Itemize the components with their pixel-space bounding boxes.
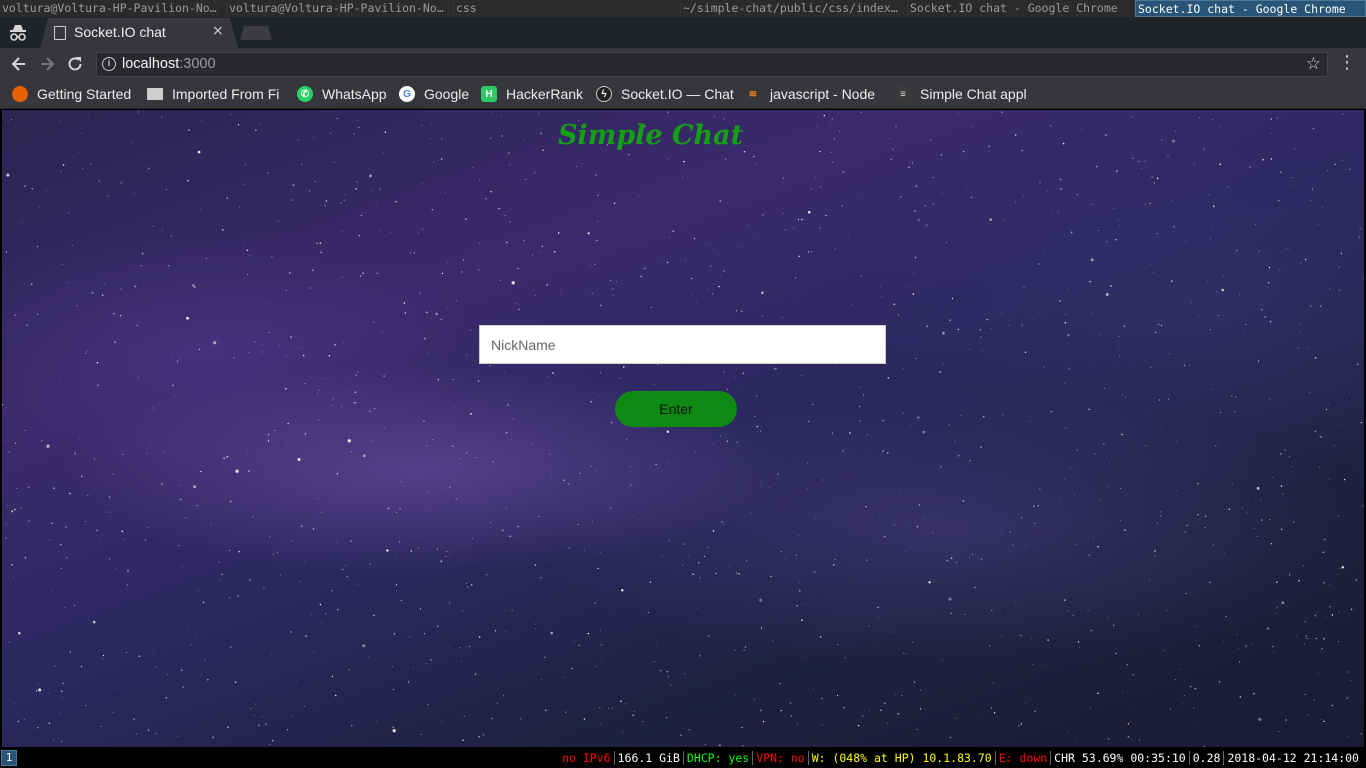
browser-toolbar: i localhost:3000 ☆ ⋮	[0, 48, 1366, 80]
address-bar[interactable]: i localhost:3000 ☆	[96, 52, 1328, 77]
system-status-bar: 1 no IPv6 166.1 GiB DHCP: yes VPN: no W:…	[0, 748, 1366, 768]
wm-tab-terminal-1[interactable]: voltura@Voltura-HP-Pavilion-No…	[0, 0, 227, 17]
wm-tab-chrome-2[interactable]: Socket.IO chat - Google Chrome	[1135, 0, 1366, 17]
bookmark-label: Getting Started	[37, 86, 132, 102]
tab-close-icon[interactable]: ×	[212, 23, 224, 39]
status-ipv6: no IPv6	[562, 751, 611, 765]
wm-tab-terminal-2[interactable]: voltura@Voltura-HP-Pavilion-No…	[227, 0, 454, 17]
status-dhcp: DHCP: yes	[682, 751, 752, 765]
stackoverflow-icon: ≋	[748, 88, 758, 100]
bookmark-label: HackerRank	[506, 86, 584, 102]
incognito-icon	[10, 25, 26, 41]
back-arrow-icon[interactable]	[9, 54, 29, 74]
bookmark-socketio-chat[interactable]: ϟ Socket.IO — Chat	[596, 85, 736, 103]
status-vpn: VPN: no	[752, 751, 807, 765]
bookmark-label: Socket.IO — Chat	[621, 86, 734, 102]
bookmark-label: Imported From Fi	[172, 86, 280, 102]
nickname-input[interactable]	[479, 325, 886, 364]
bookmark-simple-chat[interactable]: ≡ Simple Chat appl	[895, 85, 1031, 103]
status-battery: CHR 53.69% 00:35:10	[1050, 751, 1189, 765]
bookmark-label: Simple Chat appl	[920, 86, 1027, 102]
url-port: :3000	[179, 56, 216, 72]
status-ethernet: E: down	[994, 751, 1050, 765]
bookmark-stackoverflow[interactable]: ≋ javascript - Node	[745, 85, 882, 103]
status-items: no IPv6 166.1 GiB DHCP: yes VPN: no W: (…	[559, 751, 1362, 765]
bookmark-label: javascript - Node	[770, 86, 876, 102]
status-load: 0.28	[1188, 751, 1224, 765]
bookmark-label: Google	[424, 86, 470, 102]
site-info-icon[interactable]: i	[102, 57, 116, 71]
bookmark-imported-folder[interactable]: Imported From Fi	[147, 85, 284, 103]
status-datetime: 2018-04-12 21:14:00	[1223, 751, 1362, 765]
bookmark-label: WhatsApp	[322, 86, 387, 102]
page-viewport: Simple Chat Enter	[2, 110, 1364, 747]
url-host: localhost	[122, 56, 180, 72]
new-tab-button[interactable]	[240, 26, 272, 40]
bookmark-google[interactable]: G Google	[399, 85, 473, 103]
socketio-icon: ϟ	[596, 86, 612, 102]
wm-tab-css[interactable]: css	[454, 0, 681, 17]
browser-menu-icon[interactable]: ⋮	[1338, 52, 1356, 74]
folder-icon	[147, 88, 163, 100]
bookmark-whatsapp[interactable]: ✆ WhatsApp	[297, 85, 392, 103]
bookmark-getting-started[interactable]: Getting Started	[12, 85, 140, 103]
hackerrank-icon: H	[481, 86, 497, 102]
window-title-bar: voltura@Voltura-HP-Pavilion-No… voltura@…	[0, 0, 1366, 17]
page-icon: ≡	[895, 86, 911, 102]
wm-tab-editor[interactable]: ~/simple-chat/public/css/index…	[681, 0, 908, 17]
status-disk: 166.1 GiB	[613, 751, 683, 765]
page-title: Simple Chat	[557, 120, 744, 151]
status-wifi: W: (048% at HP) 10.1.83.70	[807, 751, 995, 765]
browser-tab-strip: Socket.IO chat ×	[0, 17, 1366, 48]
bookmark-star-icon[interactable]: ☆	[1306, 54, 1321, 74]
bookmark-hackerrank[interactable]: H HackerRank	[481, 85, 587, 103]
firefox-icon	[12, 86, 28, 102]
enter-button[interactable]: Enter	[615, 391, 737, 427]
bookmarks-bar: Getting Started Imported From Fi ✆ Whats…	[0, 80, 1366, 109]
starfield-background	[2, 110, 1364, 747]
google-icon: G	[399, 86, 415, 102]
page-favicon-icon	[54, 26, 66, 40]
reload-icon[interactable]	[65, 54, 85, 74]
whatsapp-icon: ✆	[297, 86, 313, 102]
workspace-button[interactable]: 1	[1, 750, 17, 766]
tab-title: Socket.IO chat	[74, 24, 166, 40]
wm-tab-chrome-1[interactable]: Socket.IO chat - Google Chrome	[908, 0, 1135, 17]
forward-arrow-icon[interactable]	[37, 54, 57, 74]
url-text[interactable]: localhost:3000	[122, 56, 216, 72]
